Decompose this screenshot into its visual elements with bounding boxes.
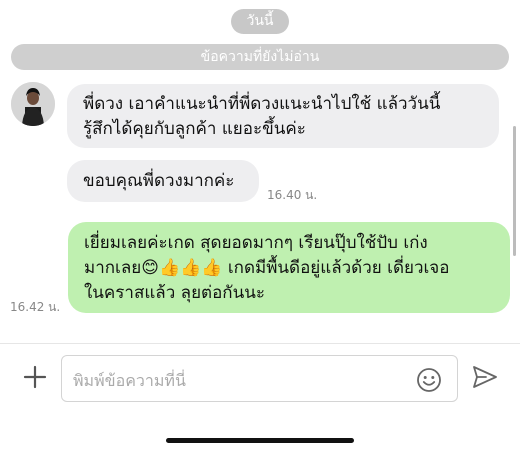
add-attachment-button[interactable] [22,364,48,390]
incoming-message-bubble[interactable]: ขอบคุณพี่ดวงมากค่ะ [67,160,259,202]
date-divider: วันนี้ [231,9,289,34]
message-timestamp: 16.40 น. [267,188,318,202]
home-indicator[interactable] [166,438,354,443]
plus-icon [23,365,47,389]
emoji-button[interactable] [416,367,442,393]
message-text: พี่ดวง เอาคำแนะนำที่พี่ดวงแนะนำไปใช้ แล้… [83,94,441,114]
scrollbar[interactable] [513,126,516,256]
avatar[interactable] [11,82,55,126]
message-text: ขอบคุณพี่ดวงมากค่ะ [83,171,235,191]
message-timestamp: 16.42 น. [10,300,61,314]
outgoing-message-bubble[interactable]: เยี่ยมเลยค่ะเกด สุดยอดมากๆ เรียนปุ๊บใช้ป… [68,222,510,313]
person-avatar-icon [11,82,55,126]
message-text: รู้สึกได้คุยกับลูกค้า แยอะขึ้นค่ะ [83,119,306,139]
message-input[interactable]: พิมพ์ข้อความที่นี่ [61,355,458,402]
message-text: ในคราสแล้ว ลุยต่อกันนะ [84,283,265,303]
emoji-sequence: 😊👍👍👍 [141,258,223,278]
message-text: เยี่ยมเลยค่ะเกด สุดยอดมากๆ เรียนปุ๊บใช้ป… [84,233,428,253]
message-text: มากเลย [84,258,142,278]
message-text: เกดมีพื้นดีอยู่แล้วด้วย เดี่ยวเจอ [222,258,450,278]
send-icon [473,366,497,388]
incoming-message-bubble[interactable]: พี่ดวง เอาคำแนะนำที่พี่ดวงแนะนำไปใช้ แล้… [67,84,499,148]
message-composer: พิมพ์ข้อความที่นี่ [0,343,520,453]
send-button[interactable] [472,364,498,390]
unread-messages-divider: ข้อความที่ยังไม่อ่าน [11,44,509,70]
message-input-placeholder: พิมพ์ข้อความที่นี่ [73,371,186,390]
smiley-icon [417,368,441,392]
message-text-line: มากเลย😊👍👍👍 เกดมีพื้นดีอยู่แล้วด้วย เดี่ย… [84,256,494,281]
